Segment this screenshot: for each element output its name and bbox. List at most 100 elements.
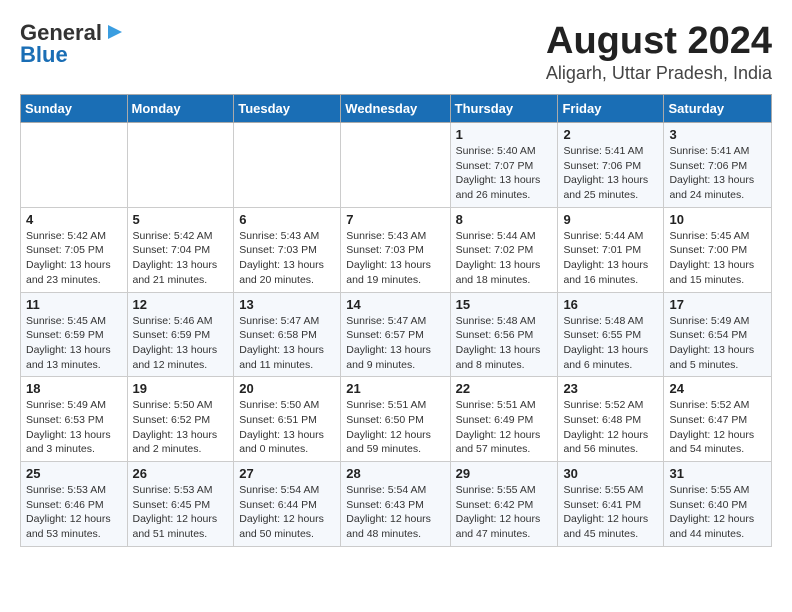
day-number: 3 [669,127,766,142]
day-info: Sunrise: 5:41 AMSunset: 7:06 PMDaylight:… [669,144,766,203]
day-number: 5 [133,212,229,227]
calendar-cell: 3 Sunrise: 5:41 AMSunset: 7:06 PMDaylight… [664,123,772,208]
day-number: 15 [456,297,553,312]
day-number: 29 [456,466,553,481]
day-number: 19 [133,381,229,396]
calendar-cell: 5 Sunrise: 5:42 AMSunset: 7:04 PMDaylight… [127,207,234,292]
calendar-cell: 7Sunrise: 5:43 AMSunset: 7:03 PMDaylight… [341,207,450,292]
calendar-cell [341,123,450,208]
day-info: Sunrise: 5:43 AMSunset: 7:03 PMDaylight:… [239,229,335,288]
day-number: 23 [563,381,658,396]
day-info: Sunrise: 5:48 AMSunset: 6:56 PMDaylight:… [456,314,553,373]
day-info: Sunrise: 5:55 AMSunset: 6:42 PMDaylight:… [456,483,553,542]
day-number: 28 [346,466,444,481]
day-info: Sunrise: 5:53 AMSunset: 6:45 PMDaylight:… [133,483,229,542]
weekday-header: Sunday [21,95,128,123]
calendar-cell: 19 Sunrise: 5:50 AMSunset: 6:52 PMDayligh… [127,377,234,462]
day-info: Sunrise: 5:54 AMSunset: 6:43 PMDaylight:… [346,483,444,542]
day-info: Sunrise: 5:46 AMSunset: 6:59 PMDaylight:… [133,314,229,373]
calendar-cell: 1Sunrise: 5:40 AMSunset: 7:07 PMDaylight… [450,123,558,208]
calendar-cell: 17Sunrise: 5:49 AMSunset: 6:54 PMDayligh… [664,292,772,377]
calendar-cell [234,123,341,208]
title-block: August 2024 Aligarh, Uttar Pradesh, Indi… [546,20,772,84]
calendar-cell: 12 Sunrise: 5:46 AMSunset: 6:59 PMDayligh… [127,292,234,377]
weekday-header: Wednesday [341,95,450,123]
day-info: Sunrise: 5:42 AMSunset: 7:05 PMDaylight:… [26,229,122,288]
calendar-cell: 4 Sunrise: 5:42 AMSunset: 7:05 PMDaylight… [21,207,128,292]
calendar-cell: 20 Sunrise: 5:50 AMSunset: 6:51 PMDayligh… [234,377,341,462]
calendar-cell: 23 Sunrise: 5:52 AMSunset: 6:48 PMDayligh… [558,377,664,462]
calendar-cell: 15 Sunrise: 5:48 AMSunset: 6:56 PMDayligh… [450,292,558,377]
calendar-header: SundayMondayTuesdayWednesdayThursdayFrid… [21,95,772,123]
weekday-header: Friday [558,95,664,123]
day-number: 21 [346,381,444,396]
calendar-cell: 6Sunrise: 5:43 AMSunset: 7:03 PMDaylight… [234,207,341,292]
day-number: 17 [669,297,766,312]
day-info: Sunrise: 5:55 AMSunset: 6:41 PMDaylight:… [563,483,658,542]
day-info: Sunrise: 5:47 AMSunset: 6:58 PMDaylight:… [239,314,335,373]
day-number: 14 [346,297,444,312]
day-number: 16 [563,297,658,312]
logo: General Blue [20,20,126,68]
header-row: SundayMondayTuesdayWednesdayThursdayFrid… [21,95,772,123]
day-info: Sunrise: 5:48 AMSunset: 6:55 PMDaylight:… [563,314,658,373]
day-number: 22 [456,381,553,396]
logo-arrow-icon [104,21,126,43]
calendar-cell: 11Sunrise: 5:45 AMSunset: 6:59 PMDayligh… [21,292,128,377]
calendar-cell: 9Sunrise: 5:44 AMSunset: 7:01 PMDaylight… [558,207,664,292]
calendar-title: August 2024 [546,20,772,63]
day-number: 27 [239,466,335,481]
weekday-header: Thursday [450,95,558,123]
day-number: 18 [26,381,122,396]
day-info: Sunrise: 5:50 AMSunset: 6:51 PMDaylight:… [239,398,335,457]
calendar-cell: 8Sunrise: 5:44 AMSunset: 7:02 PMDaylight… [450,207,558,292]
calendar-cell: 26Sunrise: 5:53 AMSunset: 6:45 PMDayligh… [127,462,234,547]
day-info: Sunrise: 5:55 AMSunset: 6:40 PMDaylight:… [669,483,766,542]
day-number: 13 [239,297,335,312]
calendar-subtitle: Aligarh, Uttar Pradesh, India [546,63,772,84]
day-number: 25 [26,466,122,481]
calendar-cell: 13 Sunrise: 5:47 AMSunset: 6:58 PMDayligh… [234,292,341,377]
calendar-body: 1Sunrise: 5:40 AMSunset: 7:07 PMDaylight… [21,123,772,547]
day-number: 1 [456,127,553,142]
calendar-week-row: 1Sunrise: 5:40 AMSunset: 7:07 PMDaylight… [21,123,772,208]
day-number: 7 [346,212,444,227]
calendar-table: SundayMondayTuesdayWednesdayThursdayFrid… [20,94,772,547]
day-number: 4 [26,212,122,227]
weekday-header: Monday [127,95,234,123]
day-info: Sunrise: 5:49 AMSunset: 6:53 PMDaylight:… [26,398,122,457]
weekday-header: Saturday [664,95,772,123]
calendar-cell: 10 Sunrise: 5:45 AMSunset: 7:00 PMDayligh… [664,207,772,292]
day-info: Sunrise: 5:45 AMSunset: 6:59 PMDaylight:… [26,314,122,373]
page-header: General Blue August 2024 Aligarh, Uttar … [20,20,772,84]
day-info: Sunrise: 5:52 AMSunset: 6:48 PMDaylight:… [563,398,658,457]
calendar-cell: 27Sunrise: 5:54 AMSunset: 6:44 PMDayligh… [234,462,341,547]
day-number: 31 [669,466,766,481]
day-info: Sunrise: 5:50 AMSunset: 6:52 PMDaylight:… [133,398,229,457]
day-number: 20 [239,381,335,396]
weekday-header: Tuesday [234,95,341,123]
calendar-cell [21,123,128,208]
calendar-week-row: 4 Sunrise: 5:42 AMSunset: 7:05 PMDaylight… [21,207,772,292]
day-info: Sunrise: 5:53 AMSunset: 6:46 PMDaylight:… [26,483,122,542]
day-info: Sunrise: 5:47 AMSunset: 6:57 PMDaylight:… [346,314,444,373]
day-info: Sunrise: 5:51 AMSunset: 6:49 PMDaylight:… [456,398,553,457]
day-number: 8 [456,212,553,227]
day-number: 10 [669,212,766,227]
calendar-week-row: 25 Sunrise: 5:53 AMSunset: 6:46 PMDayligh… [21,462,772,547]
calendar-cell: 18 Sunrise: 5:49 AMSunset: 6:53 PMDayligh… [21,377,128,462]
day-info: Sunrise: 5:45 AMSunset: 7:00 PMDaylight:… [669,229,766,288]
day-number: 30 [563,466,658,481]
calendar-cell: 21Sunrise: 5:51 AMSunset: 6:50 PMDayligh… [341,377,450,462]
calendar-cell [127,123,234,208]
calendar-week-row: 18 Sunrise: 5:49 AMSunset: 6:53 PMDayligh… [21,377,772,462]
calendar-cell: 30 Sunrise: 5:55 AMSunset: 6:41 PMDayligh… [558,462,664,547]
day-number: 12 [133,297,229,312]
day-number: 2 [563,127,658,142]
day-info: Sunrise: 5:52 AMSunset: 6:47 PMDaylight:… [669,398,766,457]
calendar-cell: 25 Sunrise: 5:53 AMSunset: 6:46 PMDayligh… [21,462,128,547]
calendar-cell: 29 Sunrise: 5:55 AMSunset: 6:42 PMDayligh… [450,462,558,547]
calendar-cell: 31 Sunrise: 5:55 AMSunset: 6:40 PMDayligh… [664,462,772,547]
day-info: Sunrise: 5:44 AMSunset: 7:01 PMDaylight:… [563,229,658,288]
day-info: Sunrise: 5:42 AMSunset: 7:04 PMDaylight:… [133,229,229,288]
